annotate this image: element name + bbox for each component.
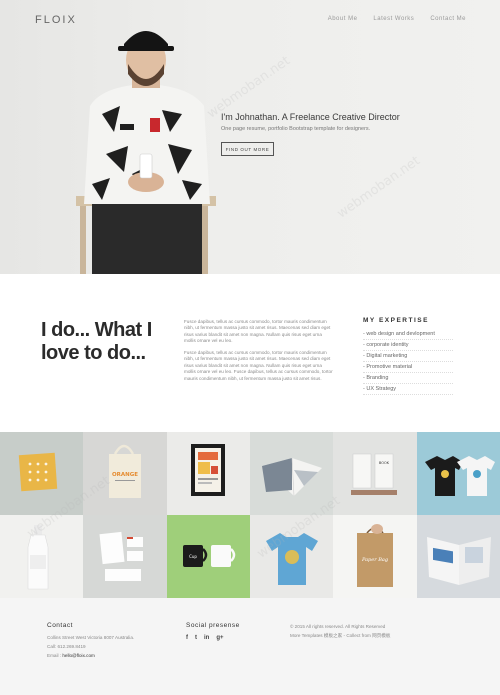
portfolio-item-mugs[interactable]: Cup [166,515,250,598]
nav-about-me[interactable]: About Me [328,16,358,22]
expertise-item: - Branding [363,373,453,384]
about-paragraph-2: Fusce dapibus, tellus ac cursus commodo,… [184,350,333,381]
magazine-image [261,457,322,497]
portfolio-item-magazine[interactable] [249,432,334,515]
footer-address: Collins Street West Victoria 8007 Austra… [47,635,135,640]
open-magazine-image [426,537,491,585]
hero-title: I'm Johnathan. A Freelance Creative Dire… [221,112,400,122]
about-heading-line2: love to do... [41,342,146,364]
footer-email-row: Email : hello@floix.com [47,653,95,658]
portfolio-item-blue-tshirt[interactable] [249,515,334,598]
tshirts-image [424,456,495,496]
portfolio-item-books[interactable]: BOOK [333,432,417,515]
expertise-list: - web design and devlopment - corporate … [363,329,453,395]
books-text: BOOK [379,461,390,465]
social-links: f t in g+ [186,635,224,641]
portfolio-item-yellow-card[interactable] [0,432,84,515]
portfolio-item-bottle[interactable] [0,515,84,598]
expertise-item: - Digital marketing [363,351,453,362]
footer-copyright: © 2015 All rights reserved. All Rights R… [290,624,386,629]
footer-social-title: Social presense [186,622,240,629]
expertise-item: - UX Strategy [363,384,453,395]
footer-email-link[interactable]: hello@floix.com [62,653,95,658]
google-plus-icon[interactable]: g+ [216,635,223,641]
mugs-image: Cup [182,545,235,567]
footer-call: Call: 612.269.8419 [47,644,86,649]
bottle-image [27,525,49,590]
portfolio-item-tote-bag[interactable]: ORANGE [83,432,167,515]
site-footer: Contact Collins Street West Victoria 800… [0,598,500,695]
about-paragraph-1: Fusce dapibus, tellus ac cursus commodo,… [184,319,331,344]
expertise-title: MY EXPERTISE [363,317,429,324]
nav-latest-works[interactable]: Latest Works [373,16,414,22]
tote-bag-text: ORANGE [112,472,138,478]
paper-bag-image: Paper Bag [357,524,394,587]
footer-contact-title: Contact [47,622,73,629]
framed-poster-image [190,444,225,496]
expertise-item: - web design and devlopment [363,329,453,340]
about-section: I do... What I love to do... Fusce dapib… [0,274,500,432]
yellow-card-image [18,452,58,492]
hero-section: FLOIX About Me Latest Works Contact Me I… [0,0,500,274]
portfolio-item-paper-bag[interactable]: Paper Bag [333,515,417,598]
stationery-image [99,531,144,581]
books-image: BOOK [351,453,398,495]
portfolio-item-tshirts[interactable] [416,432,500,515]
paper-bag-text: Paper Bag [361,557,388,563]
portfolio-item-open-magazine[interactable] [416,515,500,598]
mug-text: Cup [189,554,197,559]
twitter-icon[interactable]: t [195,635,197,641]
nav-contact-me[interactable]: Contact Me [430,16,466,22]
tote-bag-image: ORANGE [109,444,142,498]
expertise-item: - Promotive material [363,362,453,373]
about-heading-line1: I do... What I [41,319,152,341]
footer-email-label: Email : [47,653,63,658]
hero-person-photo [76,31,216,274]
hero-subtitle: One page resume, portfolio Bootstrap tem… [221,126,371,132]
linkedin-icon[interactable]: in [204,635,209,641]
portfolio-gallery: ORANGE BOOK Cup Paper Bag [0,432,500,598]
expertise-item: - corporate identity [363,340,453,351]
facebook-icon[interactable]: f [186,635,188,641]
about-heading: I do... What I love to do... [41,319,152,365]
footer-more-templates[interactable]: More Templates 模板之家 - Collect from 网页模板 [290,633,391,639]
blue-tshirt-image [265,533,318,585]
main-nav: About Me Latest Works Contact Me [328,16,466,22]
portfolio-item-stationery[interactable] [83,515,167,598]
portfolio-item-framed-poster[interactable] [166,432,250,515]
find-out-more-button[interactable]: FIND OUT MORE [221,142,274,156]
